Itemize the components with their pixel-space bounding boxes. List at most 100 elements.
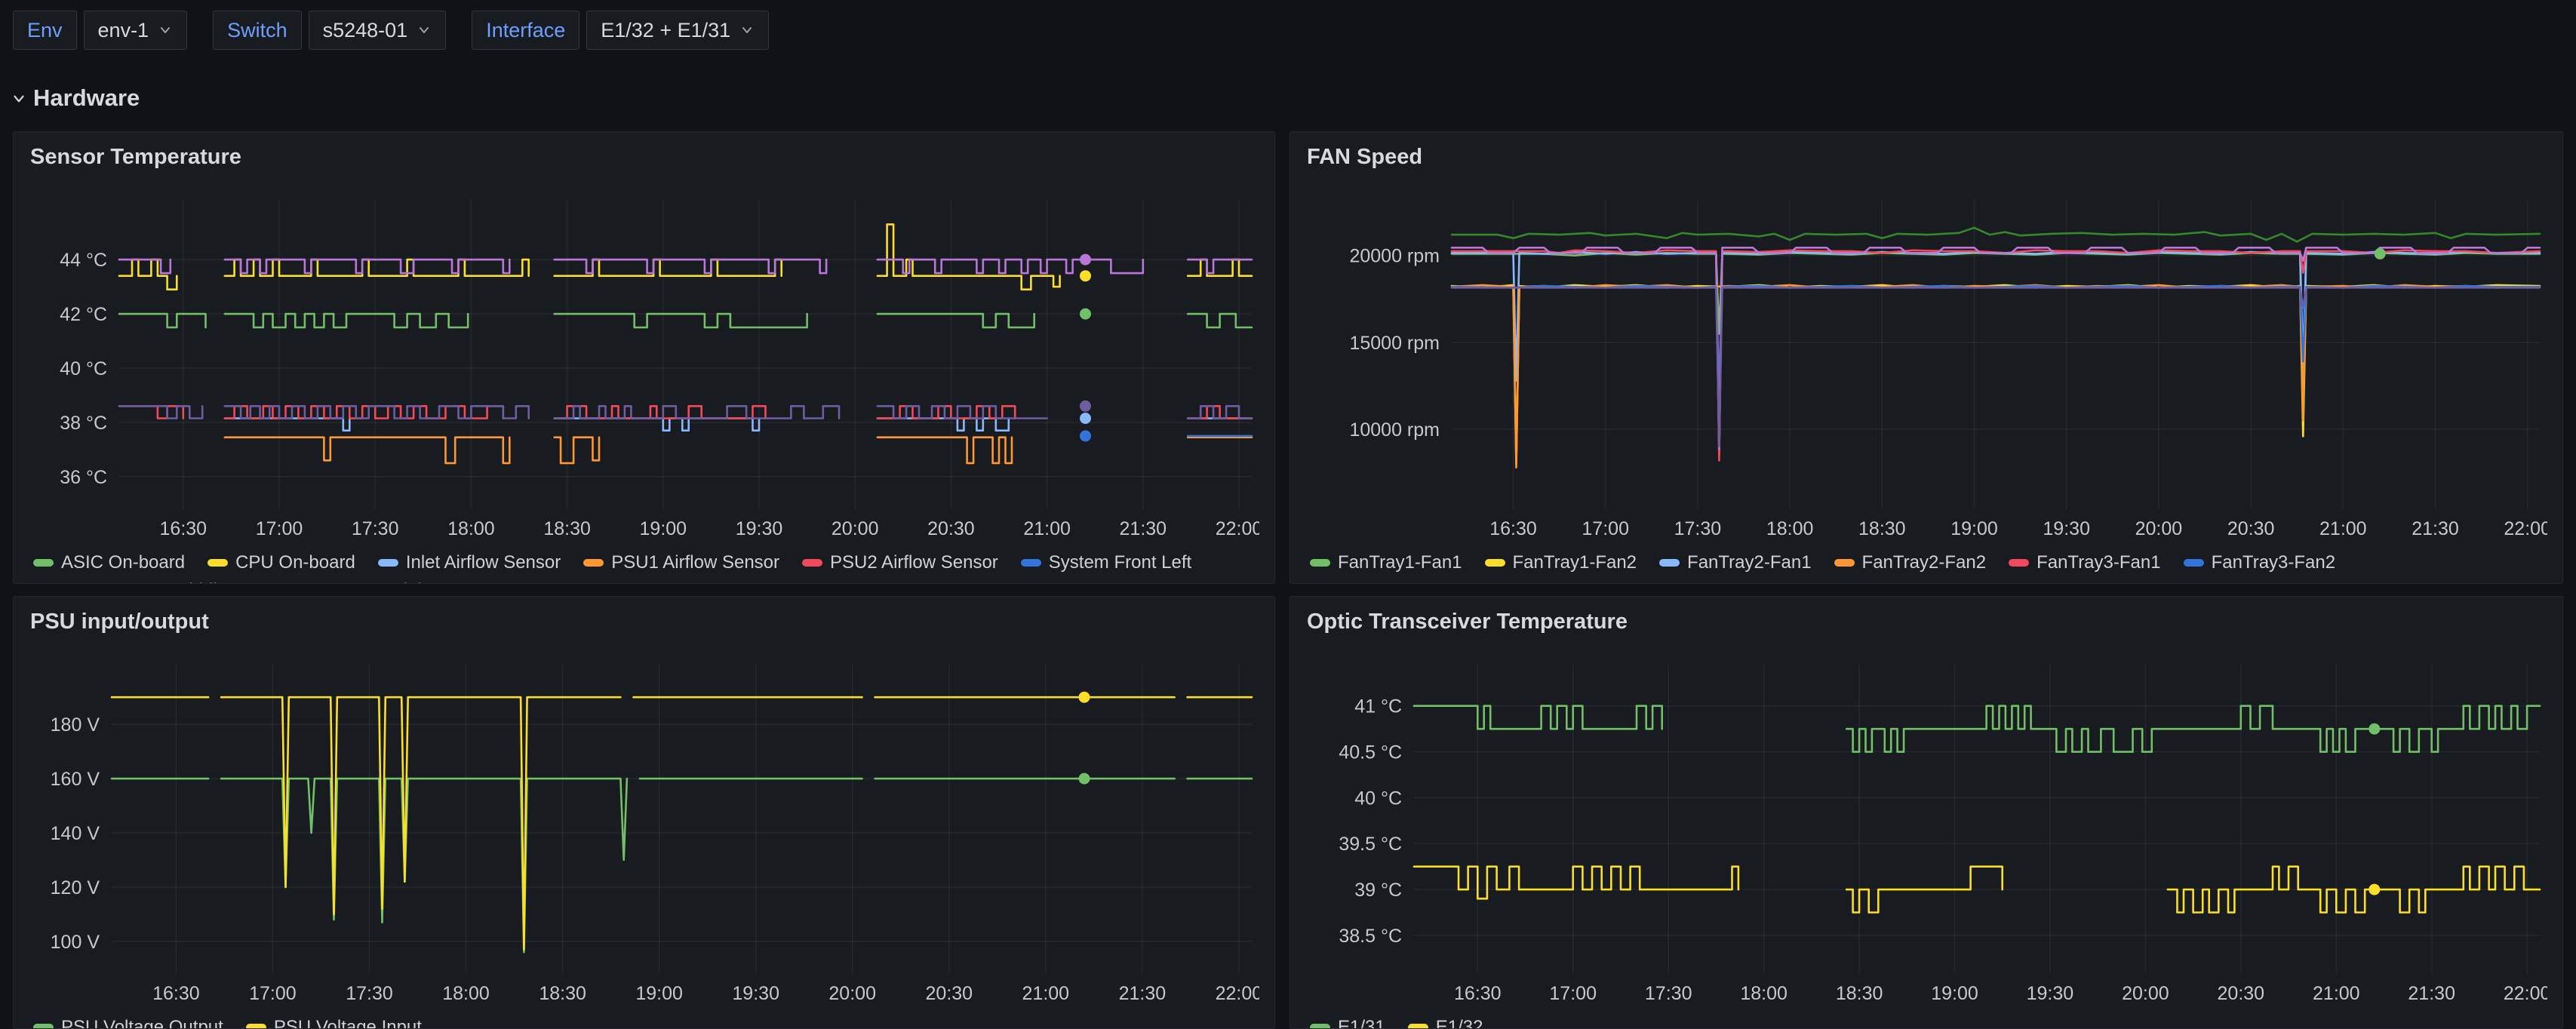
- svg-text:21:30: 21:30: [2412, 518, 2459, 539]
- svg-text:39 °C: 39 °C: [1354, 880, 1402, 901]
- series-point-markers: [1079, 692, 1090, 785]
- interface-filter-dropdown[interactable]: E1/32 + E1/31: [586, 11, 769, 50]
- legend-row: E1/31 E1/32: [1310, 1013, 2546, 1029]
- legend-row: PSU Voltage Output PSU Voltage Input: [33, 1013, 1258, 1029]
- legend-item-fantray1-fan2[interactable]: FanTray1-Fan2: [1485, 552, 1637, 573]
- legend-item-fantray4-fan2[interactable]: FanTray4-Fan2: [1485, 580, 1637, 585]
- legend-swatch: [33, 1024, 54, 1029]
- legend-row: System Front Middle System Front Right: [33, 576, 1258, 584]
- section-header-hardware[interactable]: Hardware: [11, 84, 140, 112]
- legend-item-system-front-middle[interactable]: System Front Middle: [33, 580, 227, 585]
- env-filter-dropdown[interactable]: env-1: [84, 11, 188, 50]
- legend-label: FanTray3-Fan2: [2212, 552, 2336, 573]
- switch-filter-label: Switch: [213, 11, 302, 50]
- legend-label: E1/32: [1436, 1017, 1483, 1029]
- legend-item-fantray4-fan1[interactable]: FanTray4-Fan1: [1310, 580, 1462, 585]
- svg-text:39.5 °C: 39.5 °C: [1339, 834, 1402, 855]
- series-line-fantray3-fan2: [1452, 286, 2540, 386]
- svg-text:20:30: 20:30: [927, 518, 975, 539]
- legend-swatch: [1834, 559, 1855, 567]
- svg-text:17:00: 17:00: [1549, 983, 1597, 1004]
- svg-text:21:00: 21:00: [1022, 983, 1070, 1004]
- panel-title[interactable]: Sensor Temperature: [30, 144, 241, 170]
- legend-item-e1-32[interactable]: E1/32: [1408, 1017, 1483, 1029]
- legend-swatch: [1485, 559, 1505, 567]
- legend-label: E1/31: [1338, 1017, 1385, 1029]
- legend-label: Inlet Airflow Sensor: [406, 552, 561, 573]
- legend-item-fantray3-fan1[interactable]: FanTray3-Fan1: [2009, 552, 2161, 573]
- legend-row: ASIC On-board CPU On-board Inlet Airflow S…: [33, 548, 1258, 576]
- legend-item-fantray3-fan2[interactable]: FanTray3-Fan2: [2184, 552, 2336, 573]
- sensor-temperature-chart-canvas[interactable]: 36 °C38 °C40 °C42 °C44 °C16:3017:0017:30…: [30, 188, 1259, 542]
- legend-label: FanTray4-Fan1: [1338, 580, 1462, 585]
- filter-group-env: Env env-1: [13, 11, 187, 50]
- series-point-markers: [2375, 248, 2386, 260]
- axis-labels: 36 °C38 °C40 °C42 °C44 °C16:3017:0017:30…: [60, 250, 1259, 539]
- legend-item-asic-on-board[interactable]: ASIC On-board: [33, 552, 185, 573]
- svg-text:19:30: 19:30: [736, 518, 783, 539]
- svg-text:22:00: 22:00: [1216, 518, 1259, 539]
- panel-title[interactable]: FAN Speed: [1307, 144, 1422, 170]
- axis-labels: 100 V120 V140 V160 V180 V16:3017:0017:30…: [51, 714, 1259, 1004]
- svg-text:18:30: 18:30: [1836, 983, 1883, 1004]
- svg-text:20:00: 20:00: [2135, 518, 2183, 539]
- series-lines: [1452, 228, 2540, 468]
- legend-item-fantray2-fan1[interactable]: FanTray2-Fan1: [1659, 552, 1812, 573]
- fan-speed-chart-canvas[interactable]: 10000 rpm15000 rpm20000 rpm16:3017:0017:…: [1307, 188, 2547, 542]
- legend-swatch: [2184, 559, 2204, 567]
- svg-text:20:30: 20:30: [2227, 518, 2275, 539]
- psu-input-output-chart-canvas[interactable]: 100 V120 V140 V160 V180 V16:3017:0017:30…: [30, 653, 1259, 1007]
- svg-text:21:00: 21:00: [1023, 518, 1071, 539]
- legend-item-psu-voltage-input[interactable]: PSU Voltage Input: [246, 1017, 422, 1029]
- series-line-fantray2-fan1: [1452, 252, 2540, 455]
- legend-label: System Front Right: [278, 580, 432, 585]
- svg-text:18:30: 18:30: [539, 983, 586, 1004]
- svg-text:140 V: 140 V: [51, 823, 100, 844]
- switch-filter-value: s5248-01: [323, 19, 408, 42]
- legend-item-system-front-right[interactable]: System Front Right: [250, 580, 432, 585]
- legend-swatch: [583, 559, 604, 567]
- legend-item-fantray1-fan1[interactable]: FanTray1-Fan1: [1310, 552, 1462, 573]
- svg-text:20:00: 20:00: [832, 518, 879, 539]
- legend-item-psu2-airflow-sensor[interactable]: PSU2 Airflow Sensor: [802, 552, 998, 573]
- panel-optic-transceiver-temperature: Optic Transceiver Temperature 38.5 °C39 …: [1290, 596, 2563, 1029]
- legend-label: PSU2 Airflow Sensor: [830, 552, 998, 573]
- svg-text:19:00: 19:00: [640, 518, 687, 539]
- legend-item-fantray2-fan2[interactable]: FanTray2-Fan2: [1834, 552, 1987, 573]
- legend-swatch: [378, 559, 398, 567]
- svg-text:20:00: 20:00: [828, 983, 876, 1004]
- svg-text:16:30: 16:30: [160, 518, 207, 539]
- svg-text:22:00: 22:00: [1216, 983, 1259, 1004]
- legend-item-psu2-fan[interactable]: PSU2 Fan: [1659, 580, 1771, 585]
- legend-item-cpu-on-board[interactable]: CPU On-board: [207, 552, 355, 573]
- legend-label: FanTray2-Fan1: [1687, 552, 1812, 573]
- legend-label: PSU2 Fan: [1687, 580, 1771, 585]
- legend-item-inlet-airflow-sensor[interactable]: Inlet Airflow Sensor: [378, 552, 561, 573]
- legend-label: CPU On-board: [235, 552, 355, 573]
- svg-text:20000 rpm: 20000 rpm: [1349, 246, 1440, 267]
- svg-text:18:00: 18:00: [442, 983, 490, 1004]
- filter-group-interface: Interface E1/32 + E1/31: [472, 11, 769, 50]
- series-point-markers: [1080, 254, 1091, 442]
- panel-title[interactable]: Optic Transceiver Temperature: [1307, 609, 1628, 634]
- series-lines: [112, 697, 1252, 952]
- fan-speed-legend: FanTray1-Fan1 FanTray1-Fan2 FanTray2-Fan1 F…: [1307, 548, 2546, 584]
- svg-text:19:00: 19:00: [1931, 983, 1978, 1004]
- panel-psu-input-output: PSU input/output 100 V120 V140 V160 V180…: [13, 596, 1275, 1029]
- series-line-psu-voltage-input: [112, 697, 1252, 949]
- svg-text:10000 rpm: 10000 rpm: [1349, 419, 1440, 441]
- legend-label: System Front Left: [1049, 552, 1191, 573]
- switch-filter-dropdown[interactable]: s5248-01: [309, 11, 447, 50]
- legend-item-psu-voltage-output[interactable]: PSU Voltage Output: [33, 1017, 223, 1029]
- legend-label: FanTray1-Fan1: [1338, 552, 1462, 573]
- svg-text:22:00: 22:00: [2504, 983, 2547, 1004]
- svg-text:17:00: 17:00: [249, 983, 297, 1004]
- legend-item-e1-31[interactable]: E1/31: [1310, 1017, 1385, 1029]
- panel-title[interactable]: PSU input/output: [30, 609, 209, 634]
- legend-label: FanTray1-Fan2: [1513, 552, 1637, 573]
- legend-swatch: [207, 559, 228, 567]
- legend-item-system-front-left[interactable]: System Front Left: [1021, 552, 1191, 573]
- optic-transceiver-temperature-chart-canvas[interactable]: 38.5 °C39 °C39.5 °C40 °C40.5 °C41 °C16:3…: [1307, 653, 2547, 1007]
- svg-text:16:30: 16:30: [152, 983, 200, 1004]
- legend-item-psu1-airflow-sensor[interactable]: PSU1 Airflow Sensor: [583, 552, 779, 573]
